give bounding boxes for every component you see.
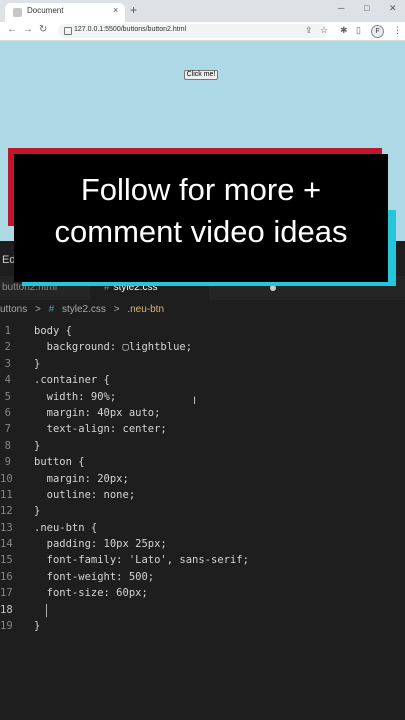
line-text: font-weight: 500;: [34, 570, 155, 583]
tab-title: Document: [27, 6, 64, 15]
breadcrumb-separator: >: [113, 304, 120, 315]
line-number: 17: [0, 587, 13, 600]
code-line: 1 body {: [0, 323, 405, 339]
minimize-icon[interactable]: ─: [338, 3, 344, 13]
browser-tab-strip: Document × + ─ □ ✕: [0, 0, 405, 22]
browser-toolbar: ← → ↻ 127.0.0.1:5500/buttons/button2.htm…: [0, 22, 405, 41]
code-line: 9 button {: [0, 454, 405, 470]
maximize-icon[interactable]: □: [364, 3, 369, 13]
mouse-ibeam-icon: I: [193, 395, 197, 407]
line-number: 6: [4, 406, 11, 419]
line-text: button {: [34, 456, 85, 469]
back-icon[interactable]: ←: [7, 24, 17, 35]
line-number: 11: [0, 488, 13, 501]
line-text: background: ▢lightblue;: [34, 341, 193, 354]
css-file-icon: #: [48, 304, 55, 315]
follow-banner: Follow for more + comment video ideas: [14, 154, 388, 282]
line-number: 7: [4, 423, 11, 436]
code-line: 7 text-align: center;: [0, 421, 405, 437]
new-tab-button[interactable]: +: [130, 3, 137, 17]
line-number: 13: [0, 521, 13, 534]
line-text: font-family: 'Lato', sans-serif;: [34, 554, 249, 567]
code-line: 18: [0, 602, 405, 618]
extensions-icon[interactable]: ✱: [340, 25, 348, 36]
code-line: 2 background: ▢lightblue;: [0, 339, 405, 355]
sidepanel-icon[interactable]: ▯: [356, 25, 361, 36]
line-number: 5: [4, 390, 11, 403]
line-text: font-size: 60px;: [34, 587, 148, 600]
line-number: 19: [0, 620, 13, 633]
browser-tab[interactable]: Document ×: [5, 3, 125, 22]
code-area[interactable]: 1 body { 2 background: ▢lightblue; 3} 4 .c…: [0, 323, 405, 634]
breadcrumb-symbol[interactable]: .neu-btn: [127, 304, 164, 315]
breadcrumb: uttons > # style2.css > .neu-btn: [0, 304, 169, 320]
line-number: 14: [0, 538, 13, 551]
line-text: padding: 10px 25px;: [34, 538, 167, 551]
click-me-button[interactable]: Click me!: [184, 70, 218, 80]
address-bar[interactable]: 127.0.0.1:5500/buttons/button2.html: [58, 24, 328, 38]
line-text: margin: 20px;: [34, 472, 129, 485]
code-line: 5 width: 90%;: [0, 389, 405, 405]
code-line: 19}: [0, 618, 405, 634]
code-line: 13 .neu-btn {: [0, 520, 405, 536]
banner-line-2: comment video ideas: [54, 214, 348, 249]
line-text: outline: none;: [34, 488, 136, 501]
code-line: 12}: [0, 503, 405, 519]
line-number: 3: [4, 357, 11, 370]
url-text: 127.0.0.1:5500/buttons/button2.html: [74, 26, 187, 33]
forward-icon[interactable]: →: [23, 24, 33, 35]
line-number: 12: [0, 505, 13, 518]
code-line: 16 font-weight: 500;: [0, 569, 405, 585]
line-text: .container {: [34, 374, 110, 387]
line-number: 8: [4, 439, 11, 452]
line-text: text-align: center;: [34, 423, 167, 436]
menu-icon[interactable]: ⋮: [393, 25, 402, 36]
line-number: 10: [0, 472, 13, 485]
line-number: 15: [0, 554, 13, 567]
line-text: }: [34, 439, 41, 452]
breadcrumb-separator: >: [35, 304, 41, 315]
code-line: 11 outline: none;: [0, 487, 405, 503]
line-text: .neu-btn {: [34, 521, 98, 534]
line-text: [34, 602, 47, 618]
line-number: 16: [0, 570, 13, 583]
breadcrumb-folder[interactable]: uttons: [0, 304, 27, 315]
banner-line-1: Follow for more +: [80, 172, 322, 207]
profile-avatar[interactable]: F: [371, 25, 384, 38]
line-text: margin: 40px auto;: [34, 406, 161, 419]
reload-icon[interactable]: ↻: [39, 24, 47, 35]
window-close-icon[interactable]: ✕: [389, 3, 397, 14]
tab-close-icon[interactable]: ×: [113, 5, 118, 15]
code-line: 3}: [0, 356, 405, 372]
line-text: body {: [34, 325, 72, 337]
line-text: width: 90%;: [34, 390, 117, 403]
code-line: 17 font-size: 60px;: [0, 585, 405, 601]
line-number: 1: [4, 325, 11, 337]
code-line: 15 font-family: 'Lato', sans-serif;: [0, 552, 405, 568]
star-icon[interactable]: ☆: [320, 25, 328, 36]
line-text: }: [34, 505, 41, 518]
page-favicon-icon: [13, 8, 22, 17]
share-icon[interactable]: ⇪: [305, 25, 313, 36]
code-editor: Ed button2.html # style2.css uttons > # s…: [0, 246, 405, 720]
line-text: }: [34, 357, 41, 370]
line-number: 18: [0, 603, 13, 616]
code-line: 14 padding: 10px 25px;: [0, 536, 405, 552]
breadcrumb-file[interactable]: style2.css: [62, 304, 106, 315]
text-cursor: [46, 603, 47, 617]
line-number: 4: [4, 374, 11, 387]
line-number: 2: [4, 341, 11, 354]
code-line: 6 margin: 40px auto;: [0, 405, 405, 421]
code-line: 4 .container {: [0, 372, 405, 388]
code-line: 8}: [0, 438, 405, 454]
site-info-icon[interactable]: [64, 27, 72, 35]
line-number: 9: [4, 456, 11, 469]
line-text: }: [34, 620, 41, 633]
code-line: 10 margin: 20px;: [0, 471, 405, 487]
